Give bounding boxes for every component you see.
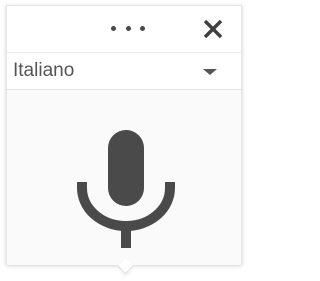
more-dot — [125, 25, 131, 31]
microphone-icon[interactable] — [74, 130, 178, 248]
more-dot — [140, 25, 145, 31]
voice-input-popup: Italiano — [6, 5, 242, 265]
language-select[interactable]: Italiano — [7, 52, 241, 90]
language-label: Italiano — [13, 60, 75, 81]
popup-toolbar — [7, 6, 241, 51]
more-options-icon[interactable] — [111, 18, 145, 38]
microphone-area — [7, 90, 241, 265]
caret-down-icon[interactable] — [203, 69, 217, 75]
more-dot — [111, 25, 116, 31]
close-icon[interactable] — [202, 18, 224, 40]
